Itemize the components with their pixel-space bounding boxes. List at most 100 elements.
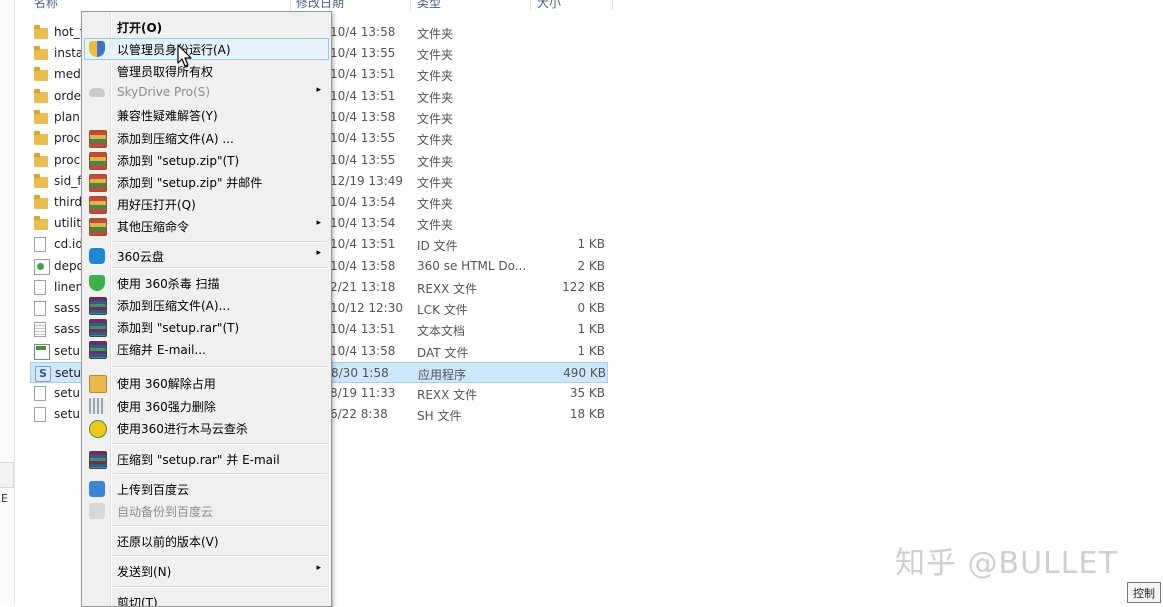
menu-item[interactable]: 上传到百度云 <box>84 478 329 500</box>
menu-item[interactable]: 管理员取得所有权 <box>84 60 329 82</box>
menu-item[interactable]: 添加到压缩文件(A)... <box>84 294 329 316</box>
archive-icon <box>89 130 107 148</box>
file-name: setu <box>54 344 80 358</box>
menu-item[interactable]: 使用 360解除占用 <box>84 372 329 394</box>
column-header-type[interactable]: 类型 <box>417 0 441 11</box>
menu-item-label: 管理员取得所有权 <box>117 65 214 79</box>
file-name: third <box>54 195 82 209</box>
archive-icon <box>89 218 107 236</box>
menu-item-label: 添加到 "setup.zip"(T) <box>117 154 240 168</box>
menu-item: 自动备份到百度云 <box>84 500 329 522</box>
file-type: 文件夹 <box>417 48 454 62</box>
menu-item[interactable]: 还原以前的版本(V) <box>84 530 329 552</box>
menu-item: SkyDrive Pro(S) ▸ <box>84 82 329 104</box>
menu-item[interactable]: 兼容性疑难解答(Y) <box>84 104 329 126</box>
file-type: REXX 文件 <box>417 282 478 296</box>
file-type: 360 se HTML Do... <box>417 259 527 273</box>
menu-item[interactable]: 使用360进行木马云查杀 <box>84 417 329 439</box>
file-name: orde <box>54 89 82 103</box>
file-modified-date: 10/4 13:51 <box>330 67 396 81</box>
menu-item-label: 使用 360强力删除 <box>117 400 216 414</box>
html-file-icon <box>34 259 50 275</box>
file-type: 文本文档 <box>417 324 466 338</box>
column-divider[interactable] <box>410 0 411 10</box>
archive-icon <box>89 196 107 214</box>
folder-icon <box>34 153 48 167</box>
column-header-name[interactable]: 名称 <box>34 0 58 11</box>
file-type: 文件夹 <box>417 155 454 169</box>
trojan-scan-icon <box>89 420 107 438</box>
file-modified-date: 6/22 8:38 <box>330 407 388 421</box>
menu-item-label: 发送到(N) <box>117 565 172 579</box>
uac-shield-icon <box>89 41 105 57</box>
file-type: 应用程序 <box>418 368 467 382</box>
column-divider[interactable] <box>612 0 613 10</box>
menu-item[interactable]: 添加到 "setup.zip" 并邮件 <box>84 171 329 193</box>
skydrive-cloud-icon <box>89 88 105 97</box>
menu-item[interactable]: 压缩并 E-mail... <box>84 338 329 360</box>
menu-item-label: SkyDrive Pro(S) <box>117 85 211 99</box>
folder-icon <box>34 131 48 145</box>
menu-item-label: 打开(O) <box>117 21 163 35</box>
archive-icon <box>89 174 107 192</box>
menu-item-label: 添加到 "setup.rar"(T) <box>117 321 240 335</box>
menu-item[interactable]: 用好压打开(Q) <box>84 193 329 215</box>
menu-separator <box>113 443 327 445</box>
file-name: plan <box>54 110 80 124</box>
menu-item-label: 添加到压缩文件(A)... <box>117 299 231 313</box>
menu-item[interactable]: 添加到 "setup.zip"(T) <box>84 149 329 171</box>
winrar-icon <box>89 297 107 315</box>
column-header-date[interactable]: 修改日期 <box>296 0 344 11</box>
control-button[interactable]: 控制 <box>1127 582 1161 603</box>
menu-item[interactable]: 使用 360强力删除 <box>84 395 329 417</box>
file-modified-date: 2/21 13:18 <box>330 280 396 294</box>
file-size: 35 KB <box>569 386 605 400</box>
folder-icon <box>34 67 48 81</box>
menu-item[interactable]: 添加到压缩文件(A) ... <box>84 127 329 149</box>
menu-item-label: 使用360进行木马云查杀 <box>117 422 248 436</box>
file-name: setu <box>54 386 80 400</box>
file-modified-date: 10/4 13:54 <box>330 216 396 230</box>
column-header-size[interactable]: 大小 <box>537 0 561 11</box>
app-icon: S <box>35 366 51 382</box>
menu-item[interactable]: 其他压缩命令 ▸ <box>84 215 329 237</box>
menu-item-label: 上传到百度云 <box>117 483 190 497</box>
menu-item[interactable]: 发送到(N) ▸ <box>84 560 329 582</box>
document-icon <box>34 407 46 422</box>
menu-item-label: 360云盘 <box>117 250 164 264</box>
file-name: utiliti <box>54 216 82 230</box>
shredder-icon <box>89 398 105 414</box>
menu-item-label: 压缩到 "setup.rar" 并 E-mail <box>117 453 280 467</box>
folder-icon <box>34 89 48 103</box>
column-divider[interactable] <box>530 0 531 10</box>
folder-icon <box>34 174 48 188</box>
file-modified-date: 12/19 13:49 <box>330 174 403 188</box>
file-type: SH 文件 <box>417 409 462 423</box>
menu-item[interactable]: 360云盘 ▸ <box>84 245 329 267</box>
menu-item[interactable]: 使用 360杀毒 扫描 <box>84 272 329 294</box>
file-name: sid_f <box>54 174 82 188</box>
document-icon <box>34 237 46 252</box>
file-modified-date: 10/4 13:54 <box>330 195 396 209</box>
file-size: 1 KB <box>577 344 605 358</box>
file-modified-date: 8/30 1:58 <box>331 366 389 380</box>
column-divider[interactable] <box>290 0 291 10</box>
winrar-icon <box>89 319 107 337</box>
file-name: depo <box>54 259 82 273</box>
menu-item[interactable]: 打开(O) <box>84 16 329 38</box>
pane-splitter[interactable] <box>0 462 14 488</box>
menu-item[interactable]: 添加到 "setup.rar"(T) <box>84 316 329 338</box>
menu-separator <box>113 241 327 243</box>
context-menu: 打开(O) 以管理员身份运行(A) 管理员取得所有权 SkyDrive Pro(S) ▸… <box>81 11 332 607</box>
menu-item[interactable]: 以管理员身份运行(A) <box>84 38 329 60</box>
file-name: proc <box>54 153 81 167</box>
file-name: sass <box>54 301 81 315</box>
file-type: 文件夹 <box>417 197 454 211</box>
file-modified-date: 10/4 13:58 <box>330 110 396 124</box>
file-name: cd.id <box>54 237 82 251</box>
menu-item-label: 自动备份到百度云 <box>117 505 214 519</box>
file-modified-date: 10/4 13:55 <box>330 46 396 60</box>
menu-item[interactable]: 压缩到 "setup.rar" 并 E-mail <box>84 448 329 470</box>
archive-icon <box>89 152 107 170</box>
menu-separator <box>113 555 327 557</box>
